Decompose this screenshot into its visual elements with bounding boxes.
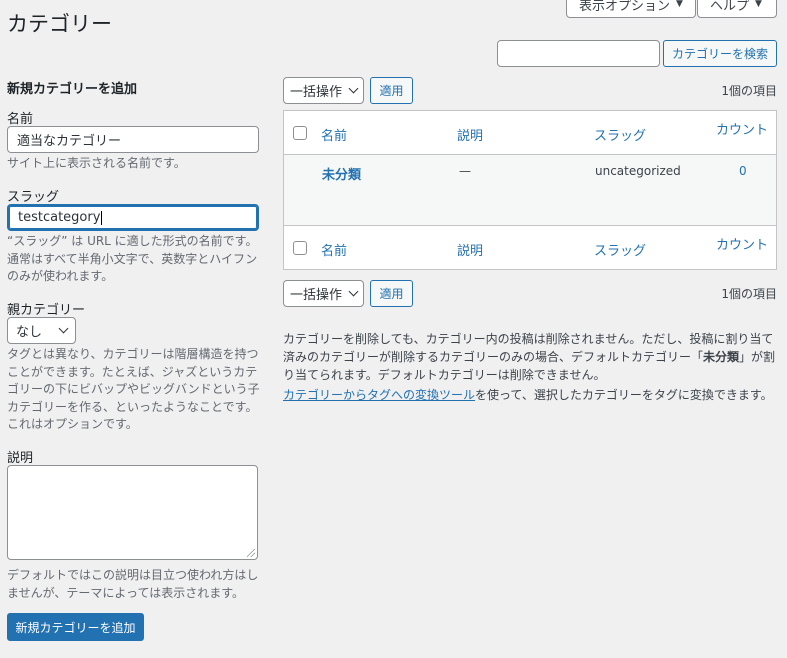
add-category-heading: 新規カテゴリーを追加 [7,82,138,97]
parent-category-label: 親カテゴリー [7,303,86,318]
item-count-top: 1個の項目 [721,84,777,98]
column-slug[interactable]: スラッグ [594,125,646,144]
delete-note: カテゴリーを削除しても、カテゴリー内の投稿は削除されません。ただし、投稿に割り当… [283,332,776,382]
screen-options-button[interactable]: 表示オプション ▼ [566,0,696,18]
default-category-name: 未分類 [703,350,740,364]
categories-table: 名前 説明 スラッグ カウント 未分類 — uncategorized 0 名前… [283,110,777,270]
row-name-link[interactable]: 未分類 [322,164,361,183]
caret-down-icon: ▼ [676,0,683,9]
add-category-button[interactable]: 新規カテゴリーを追加 [7,613,144,641]
table-row: 未分類 — uncategorized 0 [284,155,776,225]
slug-help-text: “スラッグ” は URL に適した形式の名前です。通常はすべて半角小文字で、英数… [7,234,258,283]
name-help-text: サイト上に表示される名前です。 [7,156,186,170]
description-textarea[interactable] [7,465,258,560]
slug-label: スラッグ [7,190,60,205]
row-count-link[interactable]: 0 [739,164,747,178]
column-slug-footer[interactable]: スラッグ [594,240,646,259]
resize-handle-icon[interactable] [247,549,255,557]
text-cursor [101,210,103,225]
screen-options-label: 表示オプション [579,0,671,14]
category-tag-converter-link[interactable]: カテゴリーからタグへの変換ツール [283,388,475,402]
converter-note: カテゴリーからタグへの変換ツールを使って、選択したカテゴリーをタグに変換できます… [283,388,773,402]
column-name[interactable]: 名前 [321,125,347,144]
page-title: カテゴリー [7,12,112,36]
select-all-checkbox-footer[interactable] [293,241,307,255]
column-description[interactable]: 説明 [457,125,483,144]
chevron-down-icon [348,83,359,94]
help-button[interactable]: ヘルプ ▼ [697,0,777,18]
chevron-down-icon [348,286,359,297]
name-label: 名前 [7,112,34,127]
table-header: 名前 説明 スラッグ カウント [284,111,776,155]
description-help-text: デフォルトではこの説明は目立つ使われ方はしませんが、テーマによっては表示されます… [7,568,259,600]
search-input[interactable] [497,40,660,67]
column-count[interactable]: カウント [716,119,768,138]
name-field[interactable]: 適当なカテゴリー [7,126,259,153]
row-slug: uncategorized [595,164,681,178]
item-count-bottom: 1個の項目 [721,287,777,301]
slug-field[interactable]: testcategory [7,204,259,231]
parent-help-text: タグとは異なり、カテゴリーは階層構造を持つことができます。たとえば、ジャズという… [7,347,260,431]
table-footer: 名前 説明 スラッグ カウント [284,225,776,269]
bulk-action-select-bottom[interactable]: 一括操作 [283,280,364,307]
apply-button-bottom[interactable]: 適用 [370,280,413,307]
search-categories-button[interactable]: カテゴリーを検索 [663,40,777,67]
select-all-checkbox[interactable] [293,126,307,140]
row-description: — [459,164,471,178]
caret-down-icon: ▼ [755,0,762,9]
bulk-action-select-top[interactable]: 一括操作 [283,77,364,104]
description-label: 説明 [7,451,34,466]
column-name-footer[interactable]: 名前 [321,240,347,259]
column-description-footer[interactable]: 説明 [457,240,483,259]
column-count-footer[interactable]: カウント [716,234,768,253]
chevron-down-icon [58,323,69,334]
apply-button-top[interactable]: 適用 [370,77,413,104]
parent-category-select[interactable]: なし [7,317,76,344]
help-label: ヘルプ [710,0,750,14]
